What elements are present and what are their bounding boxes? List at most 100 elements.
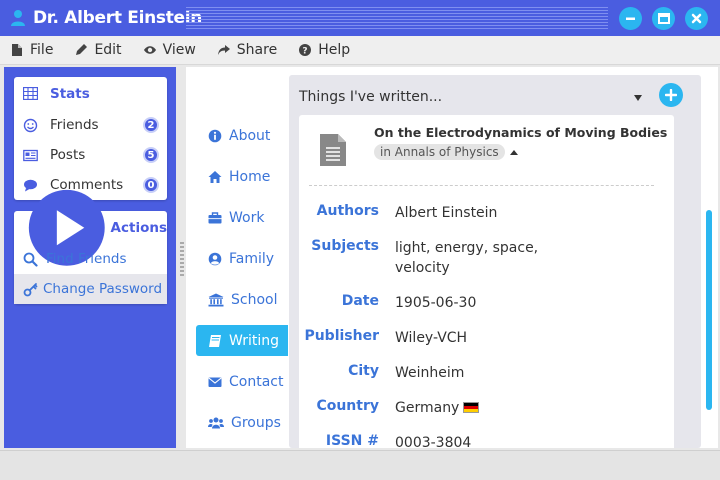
nav-school[interactable]: School	[196, 284, 288, 315]
user-circle-icon	[208, 252, 222, 265]
search-icon	[23, 252, 38, 267]
left-pane: Stats Friends 2 Posts 5 Comments 0 Actio…	[4, 67, 176, 448]
file-icon	[12, 44, 22, 56]
nav-family-label: Family	[229, 250, 275, 267]
field-value: Weinheim	[395, 365, 465, 381]
envelope-icon	[208, 377, 222, 387]
field-date: Date 1905-06-30	[299, 293, 674, 313]
nav-home[interactable]: Home	[196, 161, 288, 192]
nav-writing-label: Writing	[229, 332, 279, 349]
field-country: Country Germany	[299, 398, 674, 418]
field-label: ISSN #	[325, 433, 379, 448]
close-button[interactable]	[685, 7, 708, 30]
add-writing-button[interactable]	[659, 83, 683, 107]
help-icon: ?	[299, 44, 312, 57]
svg-text:?: ?	[303, 47, 308, 57]
field-label: Date	[341, 293, 379, 309]
find-friends-label: Find Friends	[46, 251, 127, 267]
title-bar: Dr. Albert Einstein	[0, 0, 720, 36]
menu-edit[interactable]: Edit	[74, 42, 122, 58]
nav-contact[interactable]: Contact	[196, 366, 288, 397]
field-label: Publisher	[304, 328, 379, 344]
change-password-link[interactable]: Change Password	[14, 274, 167, 304]
actions-header: Actions	[14, 189, 167, 266]
stats-posts-label: Posts	[50, 147, 86, 163]
eye-icon	[143, 46, 156, 54]
writing-heading: Things I've written...	[299, 89, 443, 105]
document-title: On the Electrodynamics of Moving Bodies	[374, 125, 668, 140]
nav-contact-label: Contact	[229, 373, 284, 390]
status-bar	[0, 450, 720, 480]
menu-file-label: File	[30, 42, 54, 58]
stats-header: Stats	[14, 77, 167, 110]
pencil-icon	[76, 44, 88, 55]
close-icon	[691, 13, 702, 24]
menu-share[interactable]: Share	[217, 42, 277, 58]
stats-friends[interactable]: Friends 2	[14, 110, 167, 140]
right-pane: About Home Work Family School Writing Co…	[186, 67, 718, 448]
menu-view-label: View	[162, 42, 196, 58]
field-label: Authors	[316, 203, 379, 219]
main-frame: Stats Friends 2 Posts 5 Comments 0 Actio…	[0, 65, 720, 450]
nav-groups[interactable]: Groups	[196, 407, 288, 438]
heading-dropdown-caret-icon[interactable]	[634, 95, 642, 101]
nav-school-label: School	[231, 291, 278, 308]
nav-writing[interactable]: Writing	[196, 325, 288, 356]
pane-splitter[interactable]	[180, 242, 184, 276]
smiley-icon	[23, 118, 38, 132]
field-label: Subjects	[311, 238, 379, 254]
nav-work-label: Work	[229, 209, 265, 226]
field-value: Albert Einstein	[395, 205, 498, 221]
posts-count-badge: 5	[143, 147, 159, 163]
field-publisher: Publisher Wiley-VCH	[299, 328, 674, 348]
nav-work[interactable]: Work	[196, 202, 288, 233]
change-password-label: Change Password	[43, 281, 163, 297]
document-icon	[320, 134, 346, 166]
nav-family[interactable]: Family	[196, 243, 288, 274]
menu-share-label: Share	[236, 42, 278, 58]
menu-help[interactable]: ? Help	[298, 42, 350, 58]
nav-about-label: About	[229, 127, 271, 144]
journal-tag: in Annals of Physics	[374, 144, 505, 160]
divider	[309, 185, 654, 186]
profile-nav: About Home Work Family School Writing Co…	[196, 120, 288, 448]
find-friends-link[interactable]: Find Friends	[14, 244, 167, 274]
germany-flag-icon	[463, 402, 480, 413]
menu-edit-label: Edit	[94, 42, 122, 58]
title-drag-handle[interactable]	[186, 7, 608, 29]
plus-icon	[665, 89, 677, 101]
nav-about[interactable]: About	[196, 120, 288, 151]
stats-card: Stats Friends 2 Posts 5 Comments 0	[14, 77, 167, 200]
menu-help-label: Help	[318, 42, 351, 58]
collapse-caret-icon[interactable]	[510, 150, 518, 155]
users-icon	[208, 417, 224, 428]
friends-count-badge: 2	[143, 117, 159, 133]
stats-posts[interactable]: Posts 5	[14, 140, 167, 170]
field-label: City	[348, 363, 379, 379]
field-subjects: Subjects light, energy, space, velocity	[299, 238, 674, 278]
field-value-wrap: Germany	[395, 398, 545, 418]
minimize-button[interactable]	[619, 7, 642, 30]
nav-groups-label: Groups	[231, 414, 281, 431]
university-icon	[208, 293, 224, 306]
menu-view[interactable]: View	[143, 42, 196, 58]
field-issn: ISSN # 0003-3804	[299, 433, 674, 448]
field-label: Country	[316, 398, 379, 414]
home-icon	[208, 170, 222, 183]
menu-bar: File Edit View Share ? Help	[0, 36, 720, 65]
table-icon	[23, 87, 38, 100]
writing-panel: Things I've written... On the Electrodyn…	[289, 75, 701, 448]
book-icon	[209, 334, 221, 347]
share-icon	[217, 45, 230, 55]
user-icon	[11, 10, 25, 26]
menu-file[interactable]: File	[10, 42, 53, 58]
key-icon	[23, 282, 38, 296]
field-value: 0003-3804	[395, 435, 472, 448]
maximize-icon	[657, 13, 670, 24]
window-title: Dr. Albert Einstein	[33, 8, 203, 28]
stats-friends-label: Friends	[50, 117, 99, 133]
maximize-button[interactable]	[652, 7, 675, 30]
field-value: 1905-06-30	[395, 295, 477, 311]
field-value: Germany	[395, 400, 460, 416]
scrollbar-thumb[interactable]	[706, 210, 712, 410]
